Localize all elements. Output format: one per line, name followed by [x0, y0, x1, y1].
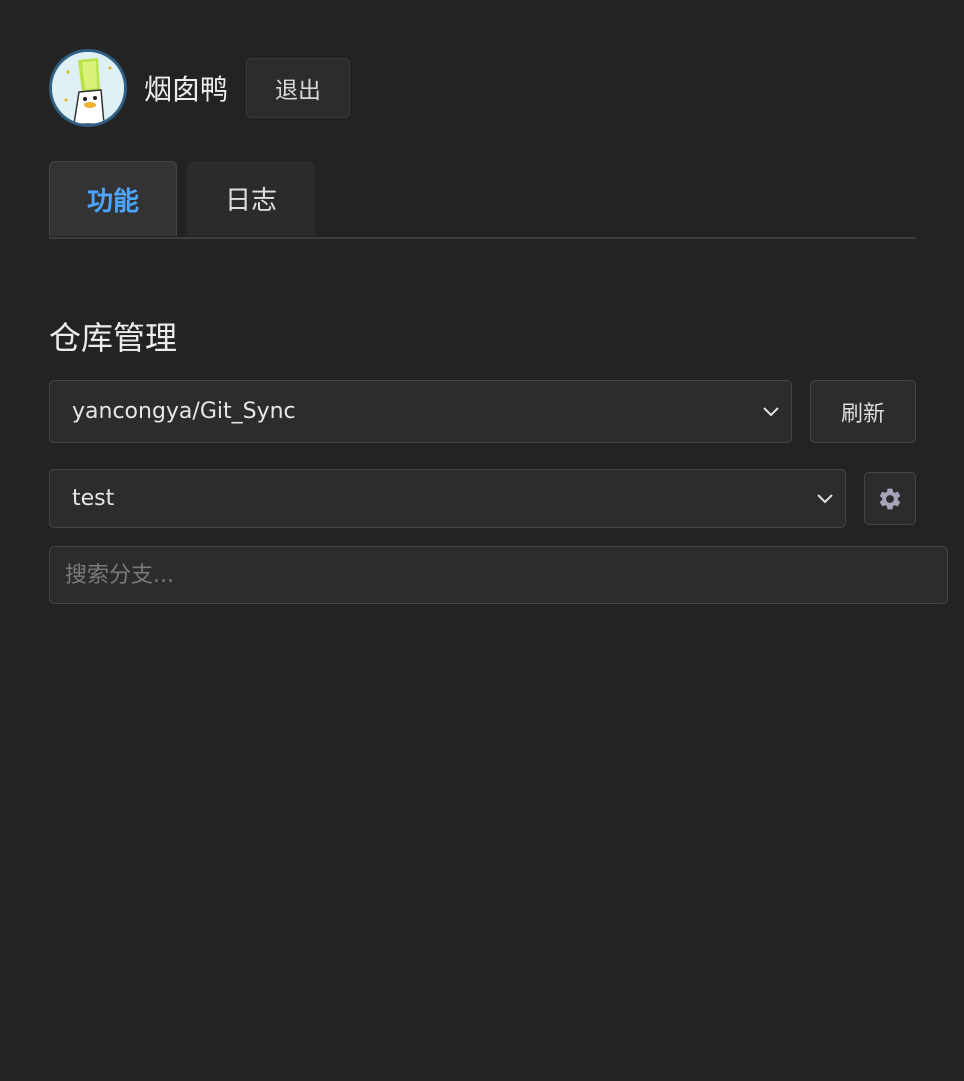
logout-button[interactable]: 退出	[246, 58, 351, 118]
app-page: 烟囱鸭 退出 功能 日志 仓库管理 yancongya/Git_Sync 刷新 …	[0, 0, 964, 1081]
gear-icon	[879, 488, 901, 509]
avatar	[49, 49, 127, 127]
chevron-down-icon	[817, 493, 833, 503]
branch-settings-button[interactable]	[864, 472, 916, 525]
tab-features[interactable]: 功能	[49, 161, 177, 236]
tab-logs[interactable]: 日志	[187, 161, 315, 236]
branch-select-value: test	[72, 486, 115, 511]
refresh-button[interactable]: 刷新	[810, 380, 916, 443]
chevron-down-icon	[763, 406, 779, 416]
section-title: 仓库管理	[49, 319, 178, 357]
user-header: 烟囱鸭 退出	[49, 49, 351, 127]
branch-select[interactable]: test	[49, 469, 846, 528]
username: 烟囱鸭	[144, 73, 229, 106]
duck-avatar-icon	[52, 52, 124, 124]
branch-search-input[interactable]	[49, 546, 948, 604]
tab-bar: 功能 日志	[49, 161, 916, 239]
repo-select-value: yancongya/Git_Sync	[72, 399, 296, 424]
repo-select[interactable]: yancongya/Git_Sync	[49, 380, 792, 443]
